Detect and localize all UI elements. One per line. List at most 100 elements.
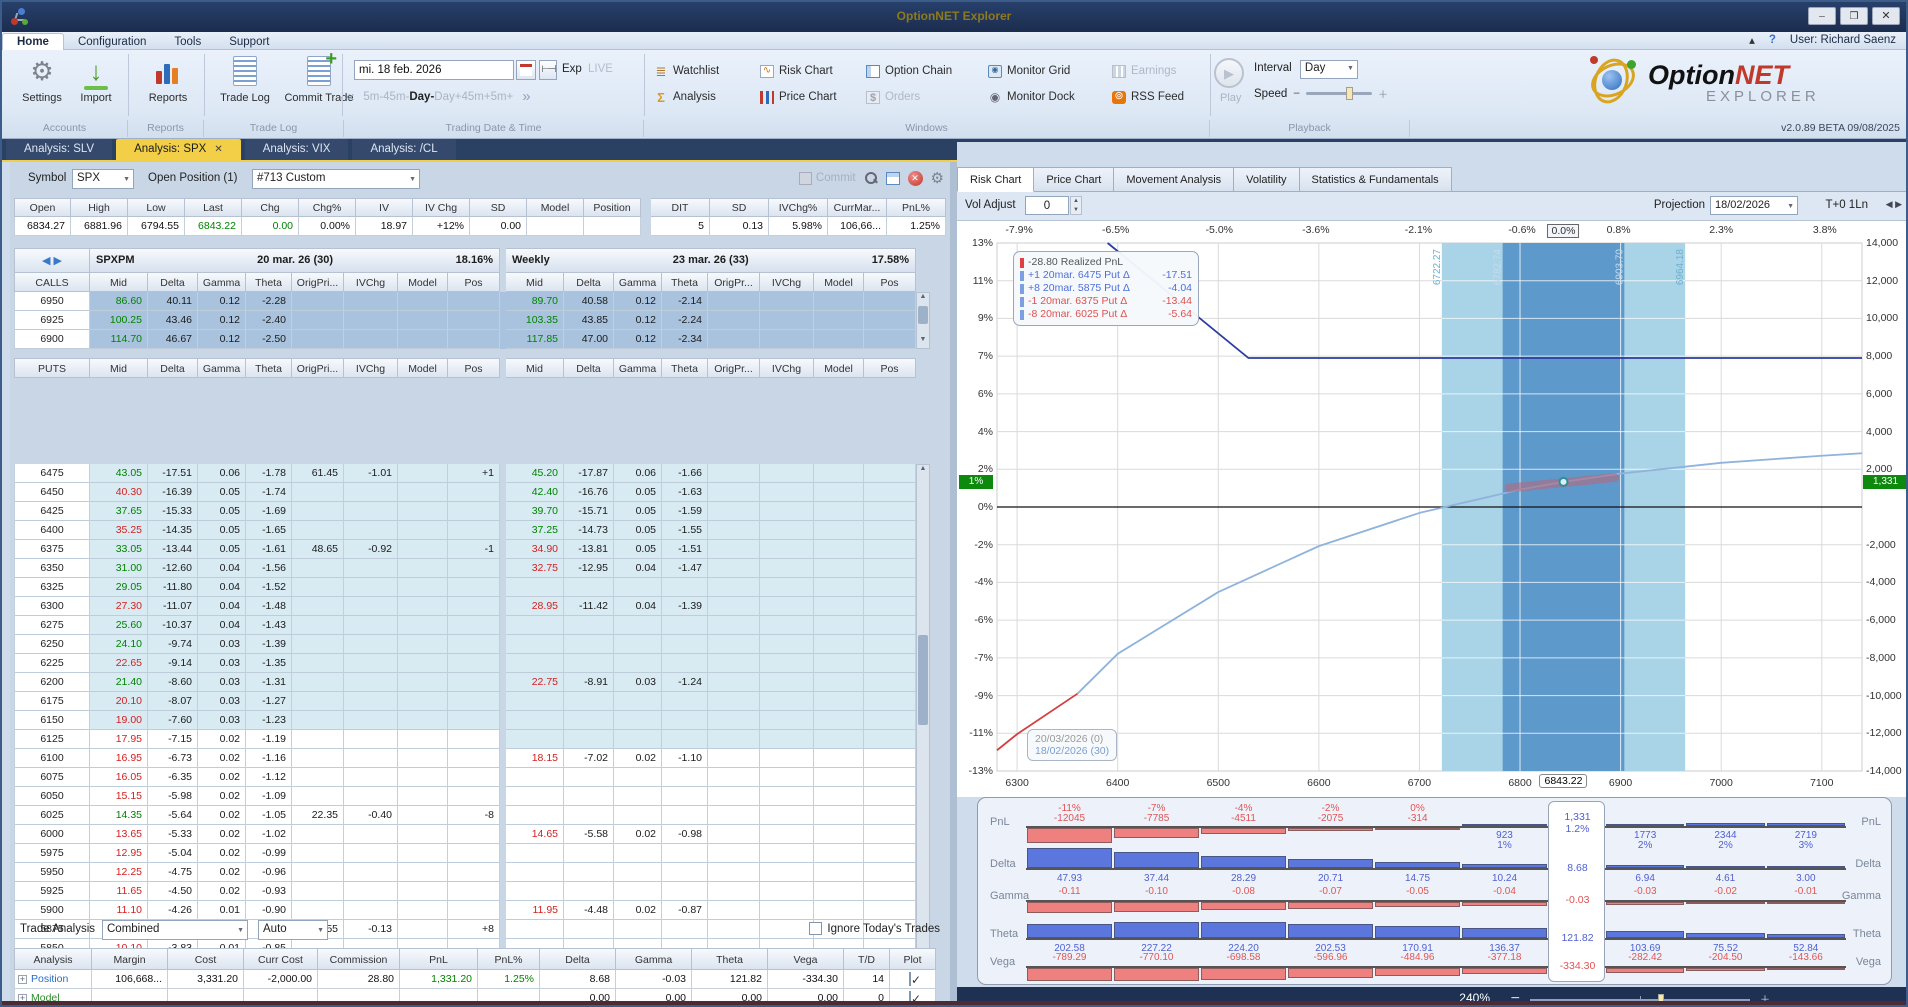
chain-cell[interactable] xyxy=(864,292,916,311)
tab-movement-analysis[interactable]: Movement Analysis xyxy=(1114,167,1235,192)
interval-select[interactable]: Day xyxy=(1299,60,1358,79)
chain-cell[interactable] xyxy=(344,559,398,578)
chain-cell[interactable]: -1.10 xyxy=(662,749,708,768)
watchlist-button[interactable]: Watchlist xyxy=(650,65,756,78)
chain-cell[interactable] xyxy=(398,711,448,730)
chain-cell[interactable] xyxy=(814,711,864,730)
chain-cell[interactable] xyxy=(814,825,864,844)
chain-cell[interactable] xyxy=(760,635,814,654)
chain-cell[interactable] xyxy=(292,654,344,673)
chain-cell[interactable] xyxy=(760,806,814,825)
time-step-45m-[interactable]: 45m- xyxy=(383,91,409,103)
chain-cell[interactable]: 18.15 xyxy=(506,749,564,768)
chain-cell[interactable]: 0.12 xyxy=(198,292,246,311)
chain-cell[interactable] xyxy=(814,597,864,616)
tab-volatility[interactable]: Volatility xyxy=(1234,167,1300,192)
chain-cell[interactable]: 0.12 xyxy=(198,330,246,349)
chain-cell[interactable] xyxy=(708,311,760,330)
chain-cell[interactable] xyxy=(344,768,398,787)
chain-cell[interactable] xyxy=(864,330,916,349)
chain-cell[interactable]: 27.30 xyxy=(90,597,148,616)
chain-cell[interactable]: 22.75 xyxy=(506,673,564,692)
strike-cell[interactable]: 6450 xyxy=(14,483,90,502)
chain-cell[interactable] xyxy=(292,844,344,863)
strike-cell[interactable]: 6425 xyxy=(14,502,90,521)
chain-cell[interactable]: 15.15 xyxy=(90,787,148,806)
chain-cell[interactable] xyxy=(506,806,564,825)
chain-cell[interactable] xyxy=(760,863,814,882)
chain-cell[interactable] xyxy=(292,578,344,597)
chain-cell[interactable] xyxy=(292,502,344,521)
chain-cell[interactable]: -1 xyxy=(448,540,500,559)
scroll-thumb[interactable] xyxy=(918,306,928,324)
chain-cell[interactable] xyxy=(398,311,448,330)
maximize-button[interactable] xyxy=(1840,7,1868,25)
strike-cell[interactable]: 5950 xyxy=(14,863,90,882)
chain-cell[interactable] xyxy=(398,787,448,806)
chain-cell[interactable]: -7.15 xyxy=(148,730,198,749)
chain-cell[interactable] xyxy=(564,863,614,882)
chain-cell[interactable] xyxy=(344,521,398,540)
chain-cell[interactable]: 0.03 xyxy=(198,673,246,692)
chain-cell[interactable] xyxy=(564,844,614,863)
speed-plus-icon[interactable] xyxy=(1378,86,1388,101)
chain-cell[interactable]: -2.14 xyxy=(662,292,708,311)
chain-cell[interactable]: +1 xyxy=(448,464,500,483)
chain-cell[interactable] xyxy=(864,768,916,787)
chain-cell[interactable] xyxy=(448,825,500,844)
time-step-5m+[interactable]: 5m+ xyxy=(491,91,514,103)
settings-button[interactable]: Settings xyxy=(16,56,68,104)
chain-cell[interactable] xyxy=(864,749,916,768)
chain-cell[interactable]: 40.58 xyxy=(564,292,614,311)
speed-minus-icon[interactable] xyxy=(1293,88,1300,100)
strike-cell[interactable]: 5925 xyxy=(14,882,90,901)
chain-cell[interactable] xyxy=(864,464,916,483)
chain-cell[interactable] xyxy=(344,330,398,349)
chain-cell[interactable] xyxy=(398,502,448,521)
chain-cell[interactable] xyxy=(708,730,760,749)
chain-cell[interactable] xyxy=(864,844,916,863)
strike-cell[interactable]: 6250 xyxy=(14,635,90,654)
chain-cell[interactable]: 0.04 xyxy=(198,578,246,597)
chain-nav-arrows[interactable] xyxy=(14,248,90,273)
chain-cell[interactable] xyxy=(448,616,500,635)
chain-cell[interactable] xyxy=(662,787,708,806)
chain-cell[interactable]: 0.05 xyxy=(198,521,246,540)
chain-cell[interactable]: -0.93 xyxy=(246,882,292,901)
chain-cell[interactable]: 28.95 xyxy=(506,597,564,616)
chain-cell[interactable] xyxy=(448,502,500,521)
chain-cell[interactable]: 37.65 xyxy=(90,502,148,521)
chain-cell[interactable] xyxy=(864,654,916,673)
time-step-45m+[interactable]: 45m+ xyxy=(461,91,490,103)
chain-cell[interactable] xyxy=(398,863,448,882)
chain-cell[interactable] xyxy=(292,292,344,311)
chain-cell[interactable]: -8 xyxy=(448,806,500,825)
chain-cell[interactable]: 0.06 xyxy=(614,464,662,483)
chain-cell[interactable] xyxy=(662,844,708,863)
expiry-range-icon[interactable] xyxy=(539,60,557,80)
chain-cell[interactable] xyxy=(814,559,864,578)
chain-cell[interactable] xyxy=(614,806,662,825)
strike-cell[interactable]: 6150 xyxy=(14,711,90,730)
chain-cell[interactable] xyxy=(760,768,814,787)
chain-cell[interactable] xyxy=(398,559,448,578)
chain-cell[interactable] xyxy=(292,825,344,844)
grid-icon[interactable] xyxy=(885,171,900,185)
chain-cell[interactable]: 40.30 xyxy=(90,483,148,502)
chain-cell[interactable]: 17.95 xyxy=(90,730,148,749)
puts-scrollbar[interactable] xyxy=(916,464,930,988)
strike-cell[interactable]: 6025 xyxy=(14,806,90,825)
chain-cell[interactable] xyxy=(708,787,760,806)
chain-cell[interactable]: -1.23 xyxy=(246,711,292,730)
tab-analysis-spx[interactable]: Analysis: SPX xyxy=(116,139,241,160)
chain-cell[interactable] xyxy=(448,768,500,787)
pin-icon[interactable] xyxy=(1749,33,1755,47)
chain-cell[interactable] xyxy=(292,768,344,787)
chain-cell[interactable]: 16.95 xyxy=(90,749,148,768)
chain-cell[interactable]: 12.25 xyxy=(90,863,148,882)
chain-cell[interactable] xyxy=(448,863,500,882)
chain-cell[interactable]: 61.45 xyxy=(292,464,344,483)
chain-cell[interactable]: 0.03 xyxy=(198,654,246,673)
chain-cell[interactable] xyxy=(760,578,814,597)
chain-cell[interactable] xyxy=(864,616,916,635)
